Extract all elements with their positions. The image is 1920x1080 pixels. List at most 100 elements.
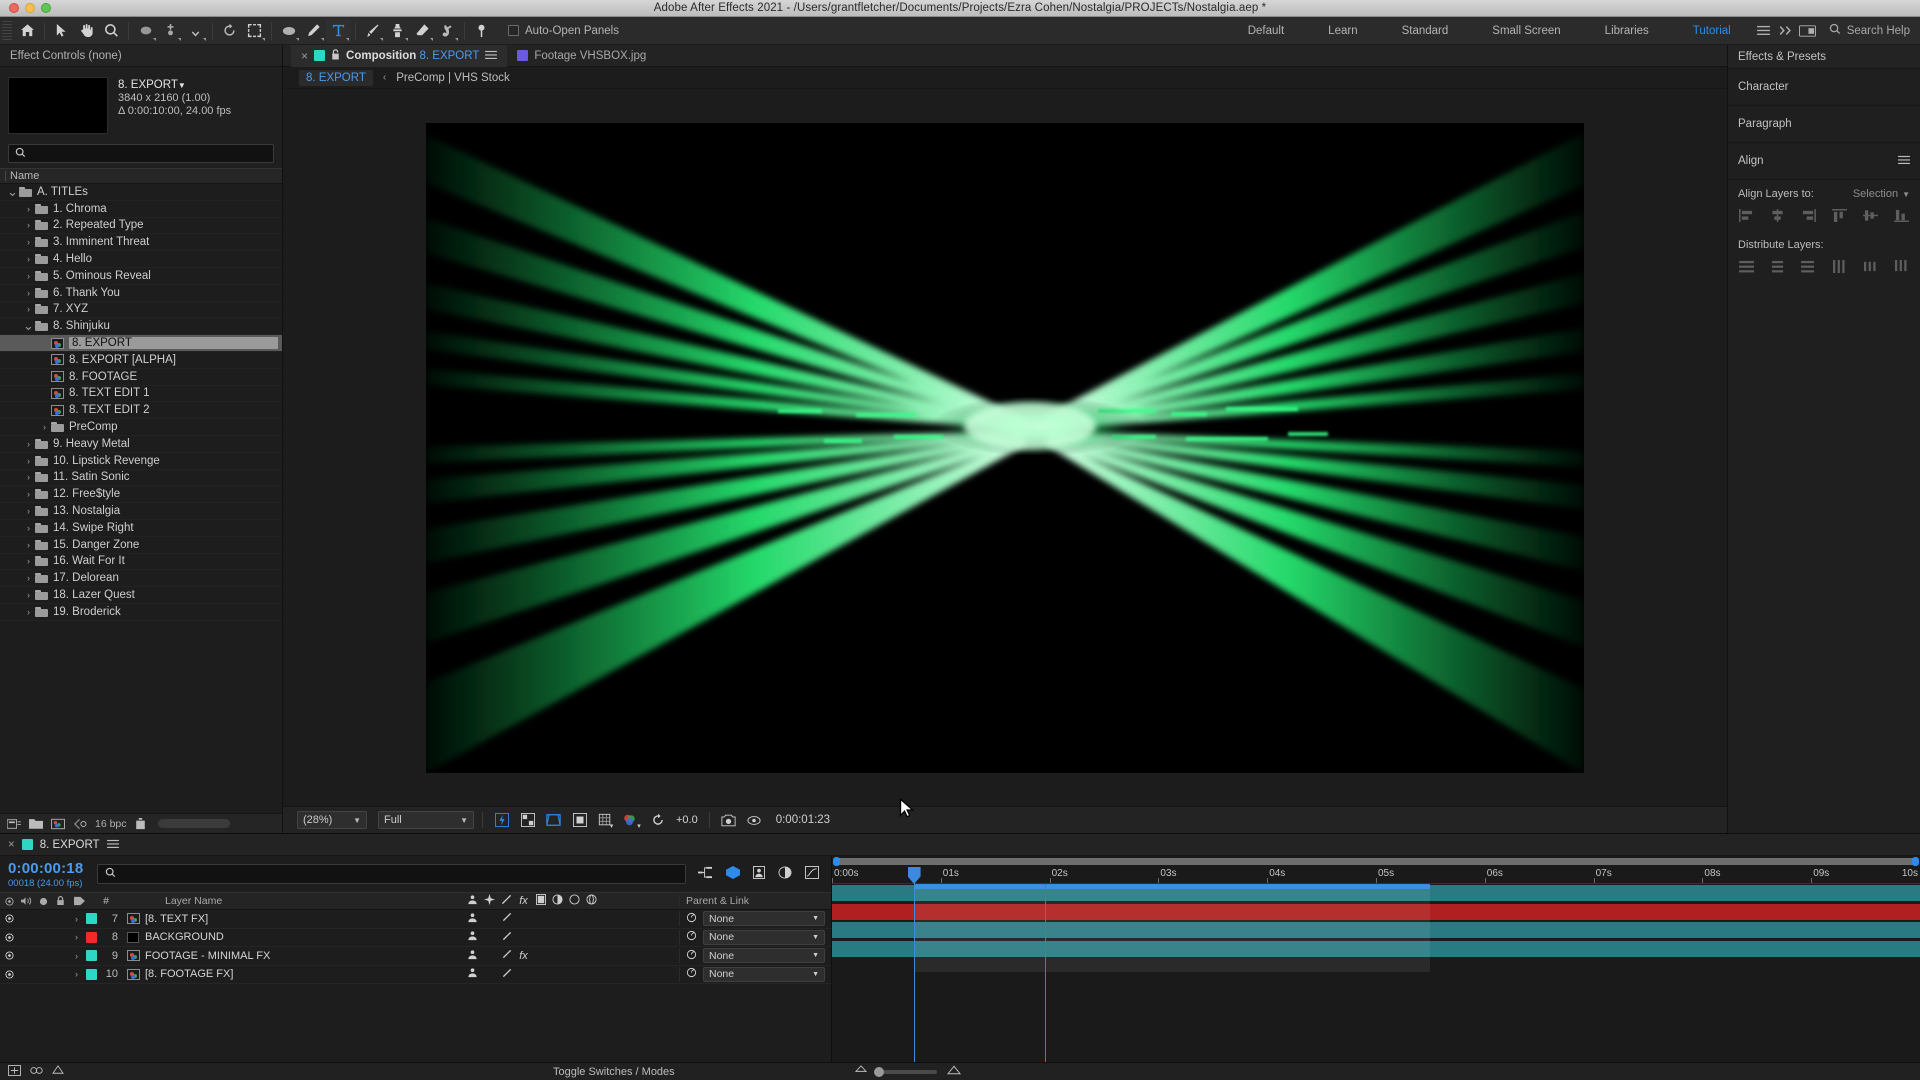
project-column-header[interactable]: Name: [0, 168, 282, 184]
workspace-learn[interactable]: Learn: [1306, 17, 1379, 45]
twirl-right-icon[interactable]: ›: [22, 523, 35, 533]
project-item-14-swipe-right[interactable]: › 14. Swipe Right: [0, 520, 282, 537]
timeline-track-area[interactable]: 0:00s 01s 02s 03s 04s 05s 06s 07s 08s 09s 10s: [832, 856, 1920, 1062]
distribute-bottom-button[interactable]: [1800, 259, 1817, 274]
timeline-zoom-slider[interactable]: [874, 1066, 937, 1077]
layer-twirl-icon[interactable]: ›: [69, 969, 84, 979]
project-item-a-titles[interactable]: ⌄ A. TITLEs: [0, 184, 282, 201]
layer-name[interactable]: FOOTAGE - MINIMAL FX: [142, 950, 464, 962]
project-item-precomp[interactable]: › PreComp: [0, 419, 282, 436]
twirl-right-icon[interactable]: ›: [22, 439, 35, 449]
project-item-8-shinjuku[interactable]: ⌄ 8. Shinjuku: [0, 318, 282, 336]
lock-icon[interactable]: [331, 48, 340, 63]
distribute-vertical-center-button[interactable]: [1769, 259, 1786, 274]
video-toggle[interactable]: [0, 951, 18, 960]
screen-layout-icon[interactable]: [1797, 17, 1819, 45]
project-tree[interactable]: ⌄ A. TITLEs › 1. Chroma › 2. Repeated Type › 3.…: [0, 184, 282, 813]
project-item-8-text-edit-2[interactable]: 8. TEXT EDIT 2: [0, 402, 282, 420]
layer-twirl-icon[interactable]: ›: [69, 951, 84, 961]
parent-pickwhip-icon[interactable]: [686, 967, 697, 981]
expand-collapse-icon[interactable]: [8, 1064, 21, 1079]
project-item-10-lipstick-revenge[interactable]: › 10. Lipstick Revenge: [0, 453, 282, 470]
project-item-11-satin-sonic[interactable]: › 11. Satin Sonic: [0, 470, 282, 487]
video-toggle[interactable]: [0, 970, 18, 979]
align-right-button[interactable]: [1800, 208, 1817, 223]
twirl-right-icon[interactable]: ›: [22, 456, 35, 466]
layer-label-color[interactable]: [84, 913, 98, 925]
distribute-top-button[interactable]: [1738, 259, 1755, 274]
workspace-tutorial[interactable]: Tutorial: [1671, 17, 1753, 45]
work-area-start-handle[interactable]: [833, 857, 840, 866]
parent-pickwhip-icon[interactable]: [686, 949, 697, 963]
layer-name[interactable]: BACKGROUND: [142, 931, 464, 943]
project-item-9-heavy-metal[interactable]: › 9. Heavy Metal: [0, 436, 282, 453]
close-icon[interactable]: ×: [8, 839, 15, 851]
composition-canvas[interactable]: [426, 122, 1584, 773]
hide-shy-layers-icon[interactable]: [753, 866, 765, 882]
rotation-tool[interactable]: [133, 19, 158, 43]
align-horizontal-center-button[interactable]: [1769, 208, 1786, 223]
breadcrumb-current[interactable]: 8. EXPORT: [299, 69, 373, 86]
project-item-19-broderick[interactable]: › 19. Broderick: [0, 604, 282, 621]
timeline-layer-row[interactable]: › 7 [8. TEXT FX] None ▼: [0, 910, 831, 929]
effect-controls-tab[interactable]: Effect Controls (none): [0, 45, 282, 67]
timeline-layer-row[interactable]: › 8 BACKGROUND None ▼: [0, 929, 831, 947]
project-item-3-imminent-threat[interactable]: › 3. Imminent Threat: [0, 234, 282, 252]
clone-stamp-tool[interactable]: [385, 19, 410, 43]
panel-align[interactable]: Align: [1728, 143, 1920, 180]
project-item-12-free-tyle[interactable]: › 12. Free$tyle: [0, 486, 282, 504]
align-layers-to-select[interactable]: Selection ▼: [1853, 188, 1910, 200]
project-item-7-xyz[interactable]: › 7. XYZ: [0, 302, 282, 319]
distribute-left-button[interactable]: [1831, 259, 1848, 274]
twirl-right-icon[interactable]: ›: [22, 254, 35, 264]
workspace-overflow-icon[interactable]: [1775, 17, 1797, 45]
playhead[interactable]: [907, 867, 921, 1062]
brush-tool[interactable]: [360, 19, 385, 43]
distribute-horizontal-center-button[interactable]: [1862, 259, 1879, 274]
motion-blur-footer-icon[interactable]: [52, 1064, 64, 1079]
viewer-stage[interactable]: [283, 89, 1727, 806]
rotate-undo-icon[interactable]: [217, 19, 242, 43]
project-scrollbar[interactable]: [157, 819, 230, 828]
current-time-display[interactable]: 0:00:00:18 00018 (24.00 fps): [8, 860, 83, 889]
shape-ellipse-tool[interactable]: [276, 19, 301, 43]
project-item-8-footage[interactable]: 8. FOOTAGE: [0, 369, 282, 386]
channels-icon[interactable]: ▾: [621, 811, 642, 830]
auto-open-panels-toggle[interactable]: Auto-Open Panels: [508, 25, 619, 37]
fast-previews-icon[interactable]: [491, 811, 512, 830]
video-toggle[interactable]: [0, 914, 18, 923]
layer-name[interactable]: [8. FOOTAGE FX]: [142, 968, 464, 980]
workspace-default[interactable]: Default: [1226, 17, 1306, 45]
reset-exposure-icon[interactable]: [647, 811, 668, 830]
project-item-18-lazer-quest[interactable]: › 18. Lazer Quest: [0, 587, 282, 604]
timeline-track[interactable]: [832, 921, 1920, 940]
pan-behind-tool[interactable]: [183, 19, 208, 43]
parent-select[interactable]: None ▼: [703, 948, 825, 964]
workspace-menu-icon[interactable]: [1753, 17, 1775, 45]
timeline-layer-rows[interactable]: › 7 [8. TEXT FX] None ▼ › 8 BACKGROUND None ▼ › 9 FO…: [0, 910, 831, 984]
roto-brush-tool[interactable]: [435, 19, 460, 43]
parent-select[interactable]: None ▼: [703, 929, 825, 945]
interpret-footage-icon[interactable]: [7, 818, 21, 830]
panel-menu-icon[interactable]: [106, 838, 119, 852]
panel-menu-icon[interactable]: [1898, 154, 1910, 168]
toggle-switches-modes-button[interactable]: Toggle Switches / Modes: [553, 1066, 675, 1078]
project-item-16-wait-for-it[interactable]: › 16. Wait For It: [0, 554, 282, 571]
grid-guides-icon[interactable]: ▾: [595, 811, 616, 830]
project-item-15-danger-zone[interactable]: › 15. Danger Zone: [0, 537, 282, 554]
layer-name[interactable]: [8. TEXT FX]: [142, 913, 464, 925]
time-ruler[interactable]: 0:00s 01s 02s 03s 04s 05s 06s 07s 08s 09s 10s: [832, 867, 1920, 884]
hand-tool[interactable]: [74, 19, 99, 43]
twirl-right-icon[interactable]: ›: [38, 422, 51, 432]
quality-switch[interactable]: [498, 949, 515, 962]
unified-camera-tool[interactable]: [158, 19, 183, 43]
panel-character[interactable]: Character: [1728, 69, 1920, 106]
project-item-13-nostalgia[interactable]: › 13. Nostalgia: [0, 503, 282, 520]
close-icon[interactable]: ×: [301, 49, 308, 63]
home-icon[interactable]: [15, 19, 40, 43]
zoom-level-select[interactable]: (28%) ▼: [297, 811, 367, 829]
pen-tool[interactable]: [301, 19, 326, 43]
draft-3d-icon[interactable]: [726, 866, 740, 882]
project-item-17-delorean[interactable]: › 17. Delorean: [0, 570, 282, 588]
align-bottom-button[interactable]: [1893, 208, 1910, 223]
